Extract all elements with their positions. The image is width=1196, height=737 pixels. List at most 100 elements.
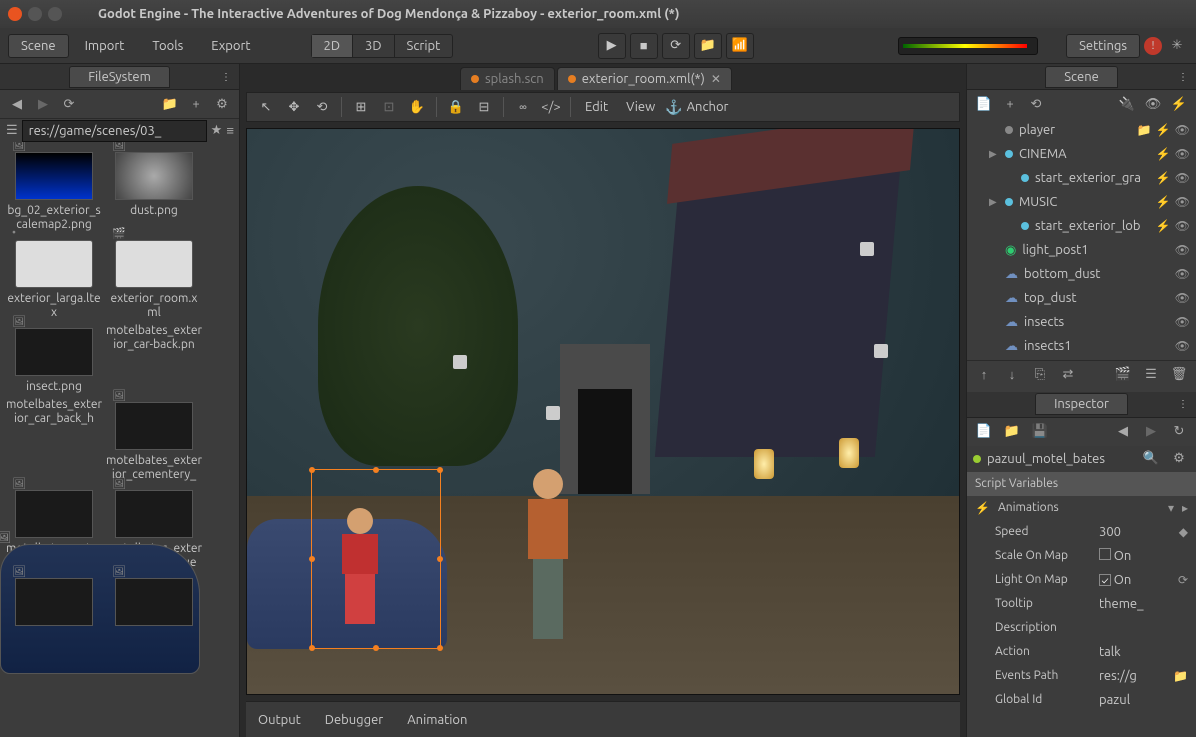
section-header[interactable]: Script Variables [967,472,1196,496]
tab-close-icon[interactable]: ✕ [711,72,721,86]
history-fwd-icon[interactable]: ▶ [1140,421,1162,443]
remote-button[interactable]: 📶 [726,33,754,59]
property-row[interactable]: Global Idpazul [967,688,1196,712]
history-back-icon[interactable]: ◀ [1112,421,1134,443]
tree-node[interactable]: ☁top_dust👁 [967,286,1196,310]
eye-icon[interactable]: 👁 [1175,195,1190,209]
file-item[interactable]: 🎬exterior_room.xml [106,236,202,320]
spin-icon[interactable]: ◆ [1179,525,1188,539]
search-icon[interactable]: 🔍 [1140,448,1162,470]
tab-exterior-room[interactable]: exterior_room.xml(*) ✕ [557,67,732,90]
duplicate-icon[interactable]: ⎘ [1029,363,1051,385]
eye-icon[interactable]: 👁 [1175,339,1190,353]
view-menu[interactable]: View [618,100,663,114]
tree-node[interactable]: ▶CINEMA⚡👁 [967,142,1196,166]
expand-icon[interactable]: ▶ [989,148,999,160]
output-tab[interactable]: Output [258,713,301,727]
property-row[interactable]: Tooltiptheme_ [967,592,1196,616]
reparent-icon[interactable]: ⇄ [1057,363,1079,385]
property-row[interactable]: ⚡Animations▾▸ [967,496,1196,520]
object-gear-icon[interactable]: ⚙ [1168,448,1190,470]
mode-2d-button[interactable]: 2D [312,35,354,57]
checkbox[interactable] [1099,548,1111,560]
viewport[interactable] [246,128,960,695]
chevron-right-icon[interactable]: ▸ [1182,501,1188,515]
eye-icon[interactable]: 👁 [1175,291,1190,305]
checkbox[interactable] [1099,574,1111,586]
property-row[interactable]: Speed300◆ [967,520,1196,544]
property-row[interactable]: Actiontalk [967,640,1196,664]
play-button[interactable]: ▶ [598,33,626,59]
select-tool-icon[interactable]: ↖ [253,95,279,119]
inspector-tab[interactable]: Inspector [1035,393,1128,415]
play-scene-button[interactable]: ⟳ [662,33,690,59]
instance-icon[interactable]: ⟲ [1025,93,1047,115]
tree-node[interactable]: player📁⚡👁 [967,118,1196,142]
expand-icon[interactable]: ▶ [989,196,999,208]
lock-icon[interactable]: 🔒 [443,95,469,119]
move-up-icon[interactable]: ↑ [973,363,995,385]
history-icon[interactable]: ↻ [1168,421,1190,443]
multi-edit-icon[interactable]: ☰ [1140,363,1162,385]
property-row[interactable]: Description [967,616,1196,640]
add-node-icon[interactable]: + [999,93,1021,115]
dock-menu-icon[interactable]: ⋮ [221,71,231,83]
script-icon[interactable]: ⚡ [1156,195,1171,209]
add-icon[interactable]: + [185,93,207,115]
tree-node[interactable]: ☁bottom_dust👁 [967,262,1196,286]
folder-icon[interactable]: 📁 [159,93,181,115]
save-resource-icon[interactable]: 💾 [1029,421,1051,443]
script-icon[interactable]: ⚡ [1156,123,1171,137]
scene-tab[interactable]: Scene [1045,66,1118,88]
rotate-tool-icon[interactable]: ⟲ [309,95,335,119]
move-tool-icon[interactable]: ✥ [281,95,307,119]
path-input[interactable] [22,120,207,142]
mode-3d-button[interactable]: 3D [353,35,395,57]
new-node-icon[interactable]: 📄 [973,93,995,115]
selection-box[interactable] [311,469,441,649]
file-item[interactable]: •exterior_larga.ltex [6,236,102,320]
file-item[interactable]: 🖼bg_02_exterior_scalemap2.png [6,148,102,232]
script-icon[interactable]: ⚡ [1168,93,1190,115]
move-down-icon[interactable]: ↓ [1001,363,1023,385]
menu-import[interactable]: Import [73,35,137,57]
stop-button[interactable]: ■ [630,33,658,59]
new-resource-icon[interactable]: 📄 [973,421,995,443]
eye-icon[interactable]: 👁 [1175,171,1190,185]
folder-icon[interactable]: 📁 [1137,123,1152,137]
pan-tool-icon[interactable]: ✋ [404,95,430,119]
menu-tools[interactable]: Tools [140,35,195,57]
settings-button[interactable]: Settings [1066,34,1140,58]
file-item[interactable]: 🖼dust.png [106,148,202,232]
property-row[interactable]: Scale On Map On [967,544,1196,568]
chevron-down-icon[interactable]: ▾ [1168,501,1174,515]
alert-icon[interactable]: ! [1144,37,1162,55]
tree-node[interactable]: ▶MUSIC⚡👁 [967,190,1196,214]
group-icon[interactable]: ⊟ [471,95,497,119]
eye-icon[interactable]: 👁 [1175,315,1190,329]
code-icon[interactable]: </> [538,95,564,119]
scene-script-icon[interactable]: 🎬 [1112,363,1134,385]
tree-node[interactable]: start_exterior_gra⚡👁 [967,166,1196,190]
animation-tab[interactable]: Animation [407,713,467,727]
eye-icon[interactable]: 👁 [1175,267,1190,281]
snap-icon[interactable]: ⊞ [348,95,374,119]
menu-scene[interactable]: Scene [8,34,69,58]
eye-icon[interactable]: 👁 [1175,243,1190,257]
file-item[interactable]: 🖼insect.png [6,324,102,394]
file-item[interactable]: 🖼motelbates_exterior_car-back.pn [106,324,202,394]
menu-export[interactable]: Export [199,35,262,57]
folder-icon[interactable]: 📁 [1173,669,1188,683]
open-resource-icon[interactable]: 📁 [1001,421,1023,443]
tree-node[interactable]: ☁insects👁 [967,310,1196,334]
anchor-menu[interactable]: ⚓ Anchor [665,99,728,116]
tree-node[interactable]: ☁insects1👁 [967,334,1196,358]
eye-icon[interactable]: 👁 [1175,219,1190,233]
filesystem-tab[interactable]: FileSystem [69,66,170,88]
tab-splash[interactable]: splash.scn [460,67,555,90]
property-row[interactable]: Light On Map On⟳ [967,568,1196,592]
tree-node[interactable]: start_exterior_lob⚡👁 [967,214,1196,238]
gear-icon[interactable]: ⚙ [211,93,233,115]
chain-icon[interactable]: ∞ [510,95,536,119]
list-mode-icon[interactable]: ≡ [226,120,234,142]
